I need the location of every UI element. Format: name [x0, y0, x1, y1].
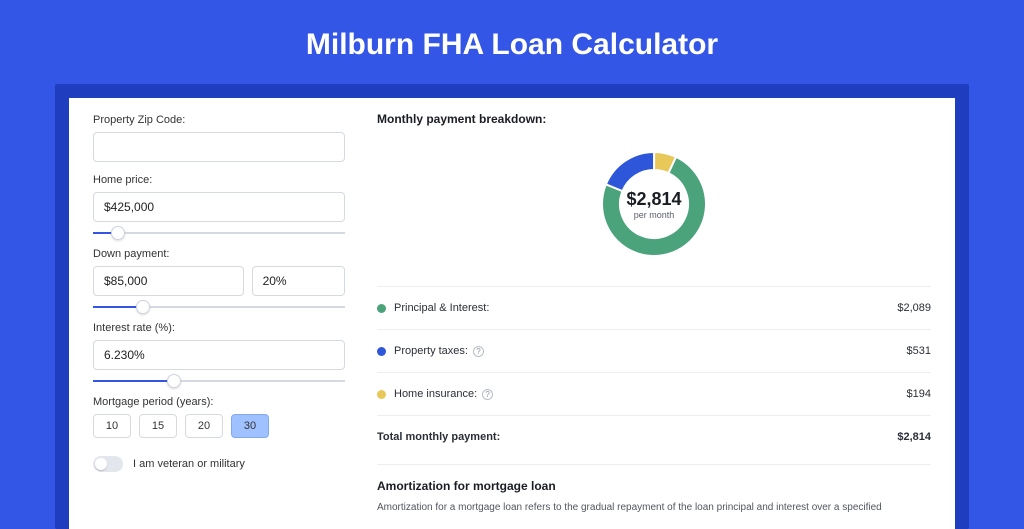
calculator-card: Property Zip Code: Home price: Down paym…: [69, 98, 955, 529]
breakdown-panel: Monthly payment breakdown: $2,814 per mo…: [369, 98, 955, 529]
divider: [377, 286, 931, 287]
home-price-input[interactable]: [93, 192, 345, 222]
divider: [377, 415, 931, 416]
breakdown-row: Property taxes:? $531: [377, 338, 931, 364]
interest-input[interactable]: [93, 340, 345, 370]
period-btn-15[interactable]: 15: [139, 414, 177, 438]
divider: [377, 464, 931, 465]
veteran-label: I am veteran or military: [133, 458, 245, 470]
interest-label: Interest rate (%):: [93, 322, 345, 334]
zip-label: Property Zip Code:: [93, 114, 345, 126]
calculator-frame: Property Zip Code: Home price: Down paym…: [55, 84, 969, 529]
page-title: Milburn FHA Loan Calculator: [0, 0, 1024, 84]
amort-title: Amortization for mortgage loan: [377, 479, 931, 493]
breakdown-label: Property taxes:: [394, 345, 468, 357]
info-icon[interactable]: ?: [482, 389, 493, 400]
color-dot: [377, 304, 386, 313]
period-btn-30[interactable]: 30: [231, 414, 269, 438]
donut-chart: $2,814 per month: [594, 144, 714, 264]
color-dot: [377, 347, 386, 356]
slider-track: [93, 232, 345, 234]
breakdown-title: Monthly payment breakdown:: [377, 112, 931, 126]
donut-area: $2,814 per month: [377, 136, 931, 278]
donut-center-value: $2,814: [626, 189, 681, 210]
interest-slider[interactable]: [93, 374, 345, 388]
donut-center: $2,814 per month: [594, 144, 714, 264]
veteran-toggle[interactable]: [93, 456, 123, 472]
color-dot: [377, 390, 386, 399]
breakdown-label: Home insurance:: [394, 388, 477, 400]
slider-fill: [93, 380, 174, 382]
total-row: Total monthly payment: $2,814: [377, 424, 931, 450]
down-payment-percent-input[interactable]: [252, 266, 345, 296]
slider-thumb[interactable]: [136, 300, 150, 314]
period-label: Mortgage period (years):: [93, 396, 345, 408]
breakdown-value: $194: [907, 388, 931, 400]
down-payment-slider[interactable]: [93, 300, 345, 314]
info-icon[interactable]: ?: [473, 346, 484, 357]
down-payment-amount-input[interactable]: [93, 266, 244, 296]
divider: [377, 329, 931, 330]
period-btn-20[interactable]: 20: [185, 414, 223, 438]
breakdown-label: Principal & Interest:: [394, 302, 489, 314]
slider-thumb[interactable]: [167, 374, 181, 388]
period-btn-10[interactable]: 10: [93, 414, 131, 438]
total-value: $2,814: [897, 431, 931, 443]
zip-input[interactable]: [93, 132, 345, 162]
home-price-label: Home price:: [93, 174, 345, 186]
period-options: 10 15 20 30: [93, 414, 345, 438]
home-price-slider[interactable]: [93, 226, 345, 240]
donut-center-label: per month: [634, 210, 675, 220]
breakdown-row: Principal & Interest: $2,089: [377, 295, 931, 321]
divider: [377, 372, 931, 373]
breakdown-rows: Principal & Interest: $2,089 Property taxe…: [377, 295, 931, 407]
breakdown-row: Home insurance:? $194: [377, 381, 931, 407]
breakdown-value: $2,089: [897, 302, 931, 314]
inputs-panel: Property Zip Code: Home price: Down paym…: [69, 98, 369, 529]
down-payment-label: Down payment:: [93, 248, 345, 260]
slider-thumb[interactable]: [111, 226, 125, 240]
breakdown-value: $531: [907, 345, 931, 357]
total-label: Total monthly payment:: [377, 431, 500, 443]
amort-text: Amortization for a mortgage loan refers …: [377, 501, 931, 515]
